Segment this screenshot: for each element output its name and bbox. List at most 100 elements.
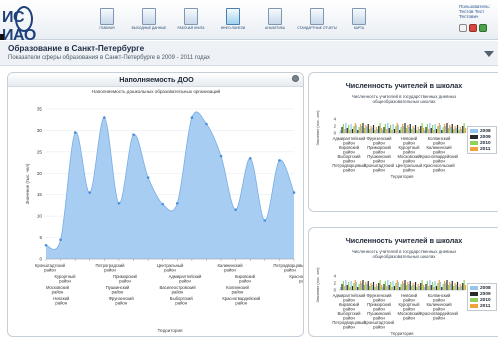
toolbar-button-6[interactable]: Карта xyxy=(338,6,380,38)
x-tick-label: Колпинский район xyxy=(226,285,249,295)
bar xyxy=(404,280,406,290)
bar xyxy=(432,125,434,133)
legend-swatch xyxy=(470,286,478,290)
bar xyxy=(453,129,455,133)
bar xyxy=(454,283,456,290)
toolbar-button-label: Стандартные отчеты xyxy=(297,26,337,30)
bar xyxy=(372,282,375,290)
toolbar-button-4[interactable]: Аналитика xyxy=(254,6,296,38)
bar xyxy=(429,123,431,133)
document-icon xyxy=(142,8,156,25)
bar xyxy=(426,281,428,290)
x-tick-label-line: район xyxy=(104,268,116,273)
bar xyxy=(438,280,440,290)
bar xyxy=(391,287,393,290)
x-tick-label: Пушкинский район xyxy=(106,285,130,295)
toolbar-button-2[interactable]: Рабочая книга xyxy=(170,6,212,38)
bar xyxy=(412,283,414,290)
bar xyxy=(421,123,423,133)
bar xyxy=(354,280,356,290)
x-tick-label: Василеостровский район xyxy=(159,285,196,295)
data-point xyxy=(175,201,179,205)
user-line-3[interactable]: Тестович xyxy=(459,14,497,19)
y-tick-label: 4 xyxy=(334,274,337,279)
data-point xyxy=(44,243,48,247)
bar xyxy=(369,129,371,133)
toolbar-button-label: Рабочая книга xyxy=(177,26,205,30)
legend-swatch xyxy=(470,298,478,302)
bar xyxy=(407,282,409,290)
gear-icon[interactable] xyxy=(292,75,299,82)
data-point xyxy=(88,191,92,194)
x-tick-label: Курортный район xyxy=(399,145,421,154)
bar xyxy=(378,283,380,290)
legend-swatch xyxy=(470,141,478,145)
collapse-icon[interactable] xyxy=(484,51,494,57)
x-tick-label: Калининский район xyxy=(426,145,452,154)
bar xyxy=(442,284,444,290)
bar xyxy=(401,281,404,290)
toolbar-button-1[interactable]: Выходные данные xyxy=(128,6,170,38)
bar xyxy=(441,287,443,290)
legend-label: 2010 xyxy=(480,140,491,146)
bar xyxy=(403,283,405,290)
x-tick-label: Курортный район xyxy=(55,274,77,284)
x-tick-label-line: район xyxy=(52,290,64,295)
data-point xyxy=(132,133,135,137)
bar xyxy=(455,128,457,133)
analytics-icon xyxy=(268,8,282,25)
x-tick-label-line: район xyxy=(232,290,244,295)
x-tick-label: Пушкинский район xyxy=(367,311,391,320)
bar xyxy=(353,283,355,290)
x-tick-label: Фрунзенский район xyxy=(367,136,393,145)
bar xyxy=(362,123,364,133)
bar xyxy=(390,282,392,290)
chart-legend: 2008 2009 2010 2011 xyxy=(467,283,497,311)
bar xyxy=(438,123,440,133)
workbook-icon xyxy=(184,8,198,25)
legend-item[interactable]: 2011 xyxy=(470,146,494,152)
settings-icon[interactable] xyxy=(459,24,467,32)
x-tick-label: Приморский район xyxy=(113,274,137,284)
bar xyxy=(346,128,348,133)
bar xyxy=(383,284,385,290)
page-title: Образование в Санкт-Петербурге xyxy=(8,44,145,53)
bar xyxy=(345,280,347,290)
x-tick-label: Адмиралтейский район xyxy=(333,136,366,145)
side-panel-1: Численность учителей в школах Численност… xyxy=(308,72,498,212)
bar xyxy=(437,283,439,290)
window-corner-mark xyxy=(0,34,4,40)
bar xyxy=(345,123,347,133)
legend-item[interactable]: 2011 xyxy=(470,303,494,309)
bar xyxy=(393,286,396,290)
bar xyxy=(386,129,388,133)
legend-swatch xyxy=(470,147,478,151)
app-window: { "header": { "logo_text": "ИС ИАО", "to… xyxy=(0,0,498,337)
legend-label: 2009 xyxy=(480,291,491,297)
bar xyxy=(378,126,380,133)
y-axis-label: Значение (тыс. чел) xyxy=(25,163,30,204)
bar xyxy=(393,129,396,133)
bar xyxy=(358,127,360,133)
bar xyxy=(446,280,448,290)
toolbar-button-5[interactable]: Стандартные отчеты xyxy=(296,6,338,38)
bar xyxy=(355,282,357,290)
dashboard-icon xyxy=(226,8,240,25)
x-tick-label: Петроградский район xyxy=(95,263,125,273)
toolbar-button-3[interactable]: Инфо-панели xyxy=(212,6,254,38)
data-point xyxy=(292,191,296,194)
app-logo[interactable]: ИС ИАО xyxy=(2,4,58,44)
bar xyxy=(375,284,377,290)
bar xyxy=(414,282,417,290)
x-tick-label-line: район xyxy=(403,167,415,172)
x-tick-label: Адмиралтейский район xyxy=(333,293,366,302)
toolbar-button-0[interactable]: Главная xyxy=(86,6,128,38)
y-tick-label: 5 xyxy=(39,235,42,240)
help-icon[interactable] xyxy=(479,24,487,32)
exit-icon[interactable] xyxy=(469,24,477,32)
x-tick-label-line: район xyxy=(224,268,236,273)
x-tick-label: Адмиралтейский район xyxy=(169,274,202,284)
bar xyxy=(344,129,346,133)
bar xyxy=(460,129,462,133)
bar xyxy=(346,285,348,290)
